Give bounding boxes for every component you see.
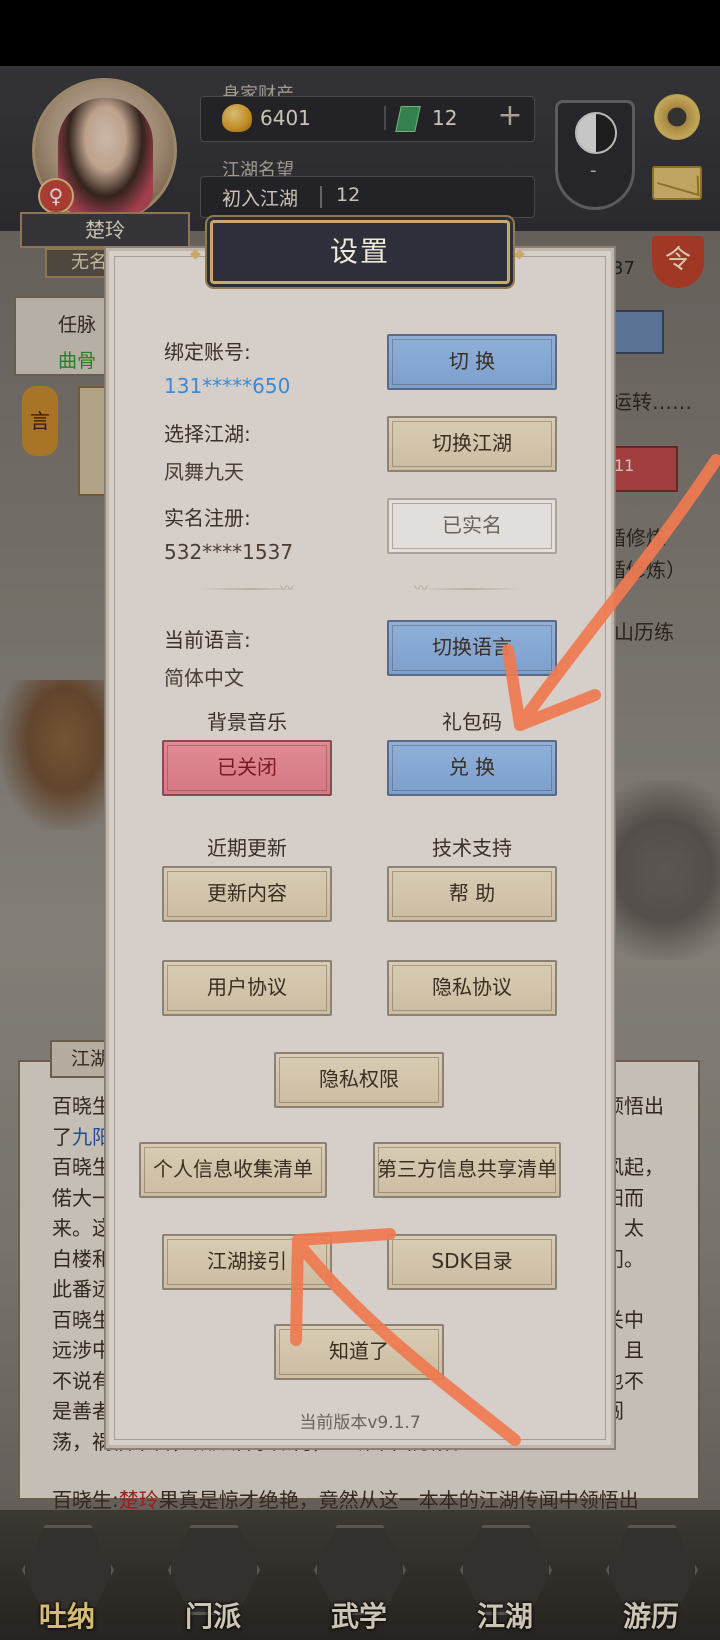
jianghu-guide-button[interactable]: 江湖接引: [162, 1234, 332, 1290]
language-value: 简体中文: [164, 666, 244, 690]
select-world-label: 选择江湖:: [164, 422, 251, 446]
divider-ornament: 〰: [280, 581, 294, 597]
realname-label: 实名注册:: [164, 506, 251, 530]
privacy-agreement-button[interactable]: 隐私协议: [387, 960, 557, 1016]
bind-account-value: 131*****650: [164, 374, 291, 398]
privacy-permission-button[interactable]: 隐私权限: [274, 1052, 444, 1108]
redeem-giftcode-button[interactable]: 兑 换: [387, 740, 557, 796]
switch-world-button[interactable]: 切换江湖: [387, 416, 557, 472]
ornament: ◆: [190, 246, 201, 262]
realname-button[interactable]: 已实名: [387, 498, 557, 554]
third-party-list-button[interactable]: 第三方信息共享清单: [373, 1142, 561, 1198]
divider-ornament: 〰: [414, 581, 428, 597]
language-label: 当前语言:: [164, 628, 251, 652]
got-it-button[interactable]: 知道了: [274, 1324, 444, 1380]
personal-info-list-button[interactable]: 个人信息收集清单: [139, 1142, 327, 1198]
sdk-directory-button[interactable]: SDK目录: [387, 1234, 557, 1290]
status-bar: [0, 0, 720, 66]
version-label: 当前版本v9.1.7: [299, 1413, 421, 1433]
bgm-label: 背景音乐: [207, 710, 287, 734]
switch-language-button[interactable]: 切换语言: [387, 620, 557, 676]
bgm-toggle-button[interactable]: 已关闭: [162, 740, 332, 796]
updates-label: 近期更新: [207, 836, 287, 860]
ornament: ◆: [514, 246, 525, 262]
help-button[interactable]: 帮 助: [387, 866, 557, 922]
divider: [420, 588, 520, 590]
update-notes-button[interactable]: 更新内容: [162, 866, 332, 922]
realname-value: 532****1537: [164, 540, 294, 564]
settings-title: 设置: [210, 220, 510, 284]
user-agreement-button[interactable]: 用户协议: [162, 960, 332, 1016]
support-label: 技术支持: [432, 836, 512, 860]
giftcode-label: 礼包码: [442, 710, 502, 734]
select-world-value: 凤舞九天: [164, 460, 244, 484]
switch-account-button[interactable]: 切 换: [387, 334, 557, 390]
bind-account-label: 绑定账号:: [164, 340, 251, 364]
